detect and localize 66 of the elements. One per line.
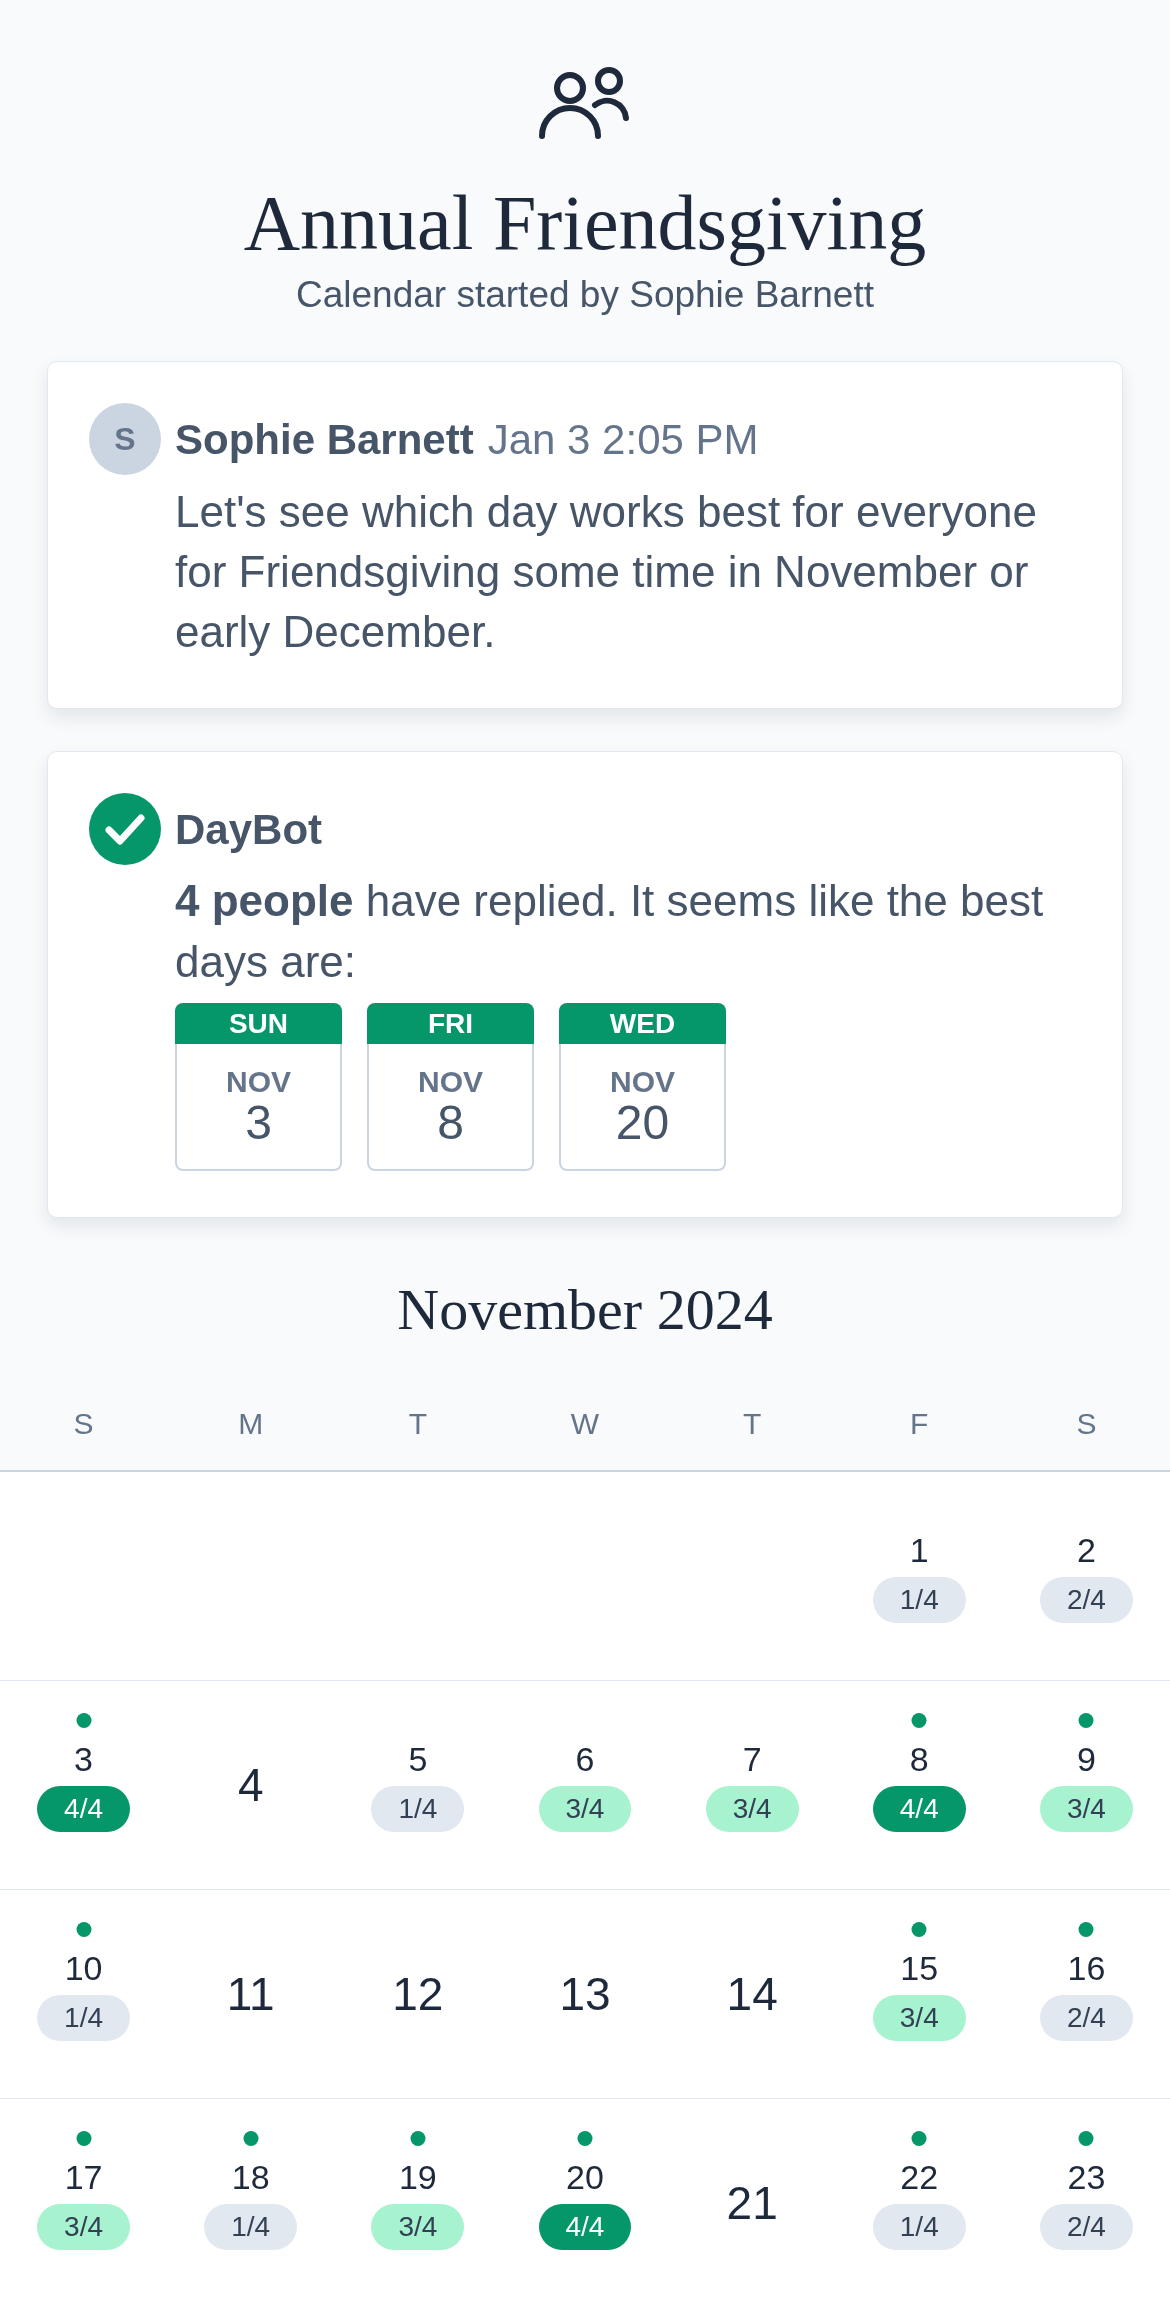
day-number: 7 xyxy=(742,1738,762,1779)
vote-count-badge: 3/4 xyxy=(705,1785,799,1832)
day-number: 3 xyxy=(245,1099,272,1147)
calendar-subtitle: Calendar started by Sophie Barnett xyxy=(296,274,874,316)
vote-count-badge: 2/4 xyxy=(1039,2203,1133,2250)
day-number: 22 xyxy=(900,2156,939,2197)
vote-count-badge: 1/4 xyxy=(204,2203,298,2250)
day-number: 16 xyxy=(1067,1947,1106,1988)
avatar: S xyxy=(89,403,161,475)
day-number: 4 xyxy=(237,1758,264,1812)
vote-count-badge: 3/4 xyxy=(538,1785,632,1832)
vote-count-badge: 4/4 xyxy=(538,2203,632,2250)
day-number: 3 xyxy=(74,1738,93,1779)
day-number: 17 xyxy=(64,2156,103,2197)
weekday-band: FRI xyxy=(367,1003,534,1044)
day-number: 19 xyxy=(398,2156,437,2197)
day-number: 21 xyxy=(726,2176,778,2230)
vote-count-badge: 4/4 xyxy=(872,1785,966,1832)
vote-count-badge: 2/4 xyxy=(1039,1994,1133,2041)
day-number: 12 xyxy=(392,1967,444,2021)
vote-count-badge: 4/4 xyxy=(37,1785,131,1832)
vote-count-badge: 3/4 xyxy=(371,2203,465,2250)
weekday-label: S xyxy=(1076,1406,1097,1442)
day-number: 1 xyxy=(909,1529,929,1570)
weekday-label: F xyxy=(910,1406,929,1442)
vote-count-badge: 1/4 xyxy=(37,1994,131,2041)
vote-count-badge: 2/4 xyxy=(1039,1576,1133,1623)
weekday-label: T xyxy=(408,1406,427,1442)
day-number: 13 xyxy=(559,1967,611,2021)
day-number: 6 xyxy=(575,1738,595,1779)
month-label: NOV xyxy=(418,1065,483,1099)
month-title: November 2024 xyxy=(397,1277,773,1343)
message-time: Jan 3 2:05 PM xyxy=(487,414,759,465)
weekday-band: WED xyxy=(559,1003,726,1044)
day-number: 2 xyxy=(1076,1529,1096,1570)
weekday-label: S xyxy=(73,1406,94,1442)
two-people-icon xyxy=(539,66,631,140)
month-label: NOV xyxy=(610,1065,675,1099)
vote-count-badge: 1/4 xyxy=(872,2203,966,2250)
day-number: 8 xyxy=(437,1099,464,1147)
author-name: Sophie Barnett xyxy=(175,414,474,465)
check-circle-icon xyxy=(89,793,161,865)
day-number: 9 xyxy=(1076,1738,1096,1779)
day-number: 14 xyxy=(726,1967,778,2021)
vote-count-badge: 1/4 xyxy=(371,1785,465,1832)
weekday-label: M xyxy=(238,1406,264,1442)
day-number: 23 xyxy=(1067,2156,1106,2197)
day-number: 20 xyxy=(615,1099,670,1147)
weekday-label: T xyxy=(742,1406,762,1442)
weekday-band: SUN xyxy=(175,1003,342,1044)
vote-count-badge: 3/4 xyxy=(37,2203,131,2250)
day-number: 20 xyxy=(566,2156,604,2197)
author-name: DayBot xyxy=(175,804,323,855)
weekday-label: W xyxy=(570,1406,600,1442)
day-number: 10 xyxy=(64,1947,103,1988)
vote-count-badge: 1/4 xyxy=(872,1576,966,1623)
day-number: 8 xyxy=(909,1738,929,1779)
month-label: NOV xyxy=(226,1065,291,1099)
day-number: 11 xyxy=(226,1967,275,2021)
message-text: Let's see which day works best for everyone for Friendsgiving some time in November or early December. xyxy=(175,486,1038,658)
message-text: 4 people have replied. It seems like the best days are: xyxy=(175,875,1045,988)
day-number: 15 xyxy=(900,1947,939,1988)
vote-count-badge: 3/4 xyxy=(872,1994,966,2041)
day-number: 5 xyxy=(408,1738,428,1779)
day-number: 18 xyxy=(231,2156,270,2197)
vote-count-badge: 3/4 xyxy=(1039,1785,1133,1832)
